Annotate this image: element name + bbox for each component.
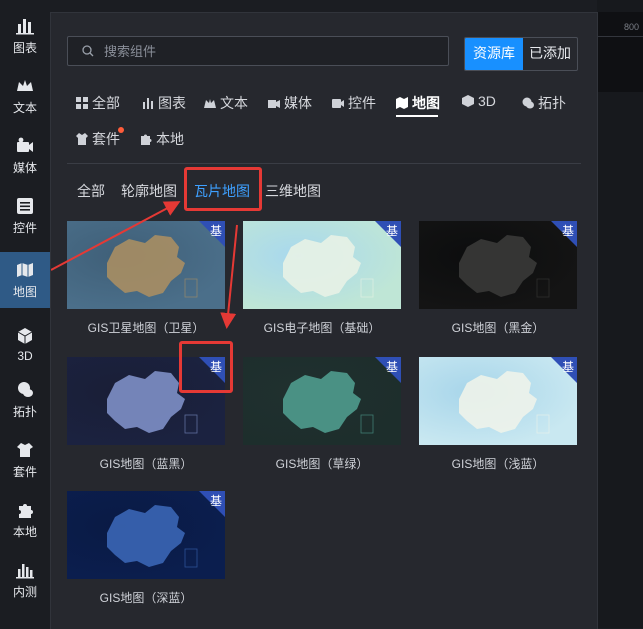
rail-item-label: 内测 [12, 585, 37, 599]
puzzle-icon [19, 504, 33, 518]
crown-icon [17, 80, 33, 91]
ruler-label: 800 [624, 22, 640, 32]
map-card[interactable]: 基 GIS地图（深蓝） [67, 491, 225, 606]
canvas-ruler: 800 [597, 12, 643, 92]
list-icon [17, 198, 33, 214]
map-thumbnail: 基 [243, 357, 401, 445]
canvas-background [597, 0, 643, 628]
cube-icon [17, 327, 33, 344]
map-icon [17, 263, 33, 277]
rail-item-label: 3D [17, 348, 33, 363]
map-card[interactable]: 基 GIS地图（草绿） [243, 357, 401, 472]
annotation-arrows [51, 201, 238, 329]
rail-item-label: 套件 [12, 465, 37, 479]
left-rail: 图表文本媒体控件地图 3D 拓扑套件本地内测 [0, 0, 50, 628]
basic-badge-label: 基 [385, 360, 398, 374]
rail-item-puzzle[interactable]: 本地 [0, 492, 50, 548]
topology-icon [18, 382, 33, 397]
rail-item-list[interactable]: 控件 [0, 188, 50, 244]
map-thumbnail: 基 [419, 357, 577, 445]
rail-item-label: 媒体 [12, 161, 37, 175]
rail-item-crown[interactable]: 文本 [0, 68, 50, 124]
rail-item-shirt[interactable]: 套件 [0, 432, 50, 488]
bar-chart-icon [16, 19, 34, 35]
rail-item-label: 拓扑 [12, 405, 37, 419]
camera-icon [17, 137, 33, 152]
rail-item-chart-beta[interactable]: 内测 [0, 552, 50, 608]
rail-item-label: 文本 [12, 101, 37, 115]
rail-item-cube[interactable]: 3D [0, 316, 50, 372]
highlight-badge [179, 341, 233, 393]
basic-badge-label: 基 [209, 494, 222, 508]
map-card-title: GIS地图（蓝黑） [99, 457, 193, 471]
rail-item-bar-chart[interactable]: 图表 [0, 8, 50, 64]
rail-item-label: 本地 [12, 525, 37, 539]
shirt-icon [17, 443, 33, 457]
rail-item-topology[interactable]: 拓扑 [0, 372, 50, 428]
map-card-title: GIS地图（浅蓝） [451, 457, 545, 471]
chart-beta-icon [16, 564, 34, 579]
rail-item-label: 地图 [12, 285, 37, 299]
basic-badge-label: 基 [561, 360, 574, 374]
map-card-title: GIS地图（深蓝） [99, 591, 193, 605]
component-library-panel: 资源库 已添加 全部图表文本媒体控件地图3D拓扑套件本地 全部轮廓地图瓦片地图三… [50, 12, 598, 629]
rail-item-camera[interactable]: 媒体 [0, 128, 50, 184]
rail-item-label: 控件 [12, 221, 37, 235]
rail-item-label: 图表 [12, 41, 37, 55]
map-thumbnail: 基 [67, 491, 225, 579]
map-card-title: GIS地图（草绿） [275, 457, 369, 471]
rail-item-map[interactable]: 地图 [0, 252, 50, 308]
map-card[interactable]: 基 GIS地图（浅蓝） [419, 357, 577, 472]
